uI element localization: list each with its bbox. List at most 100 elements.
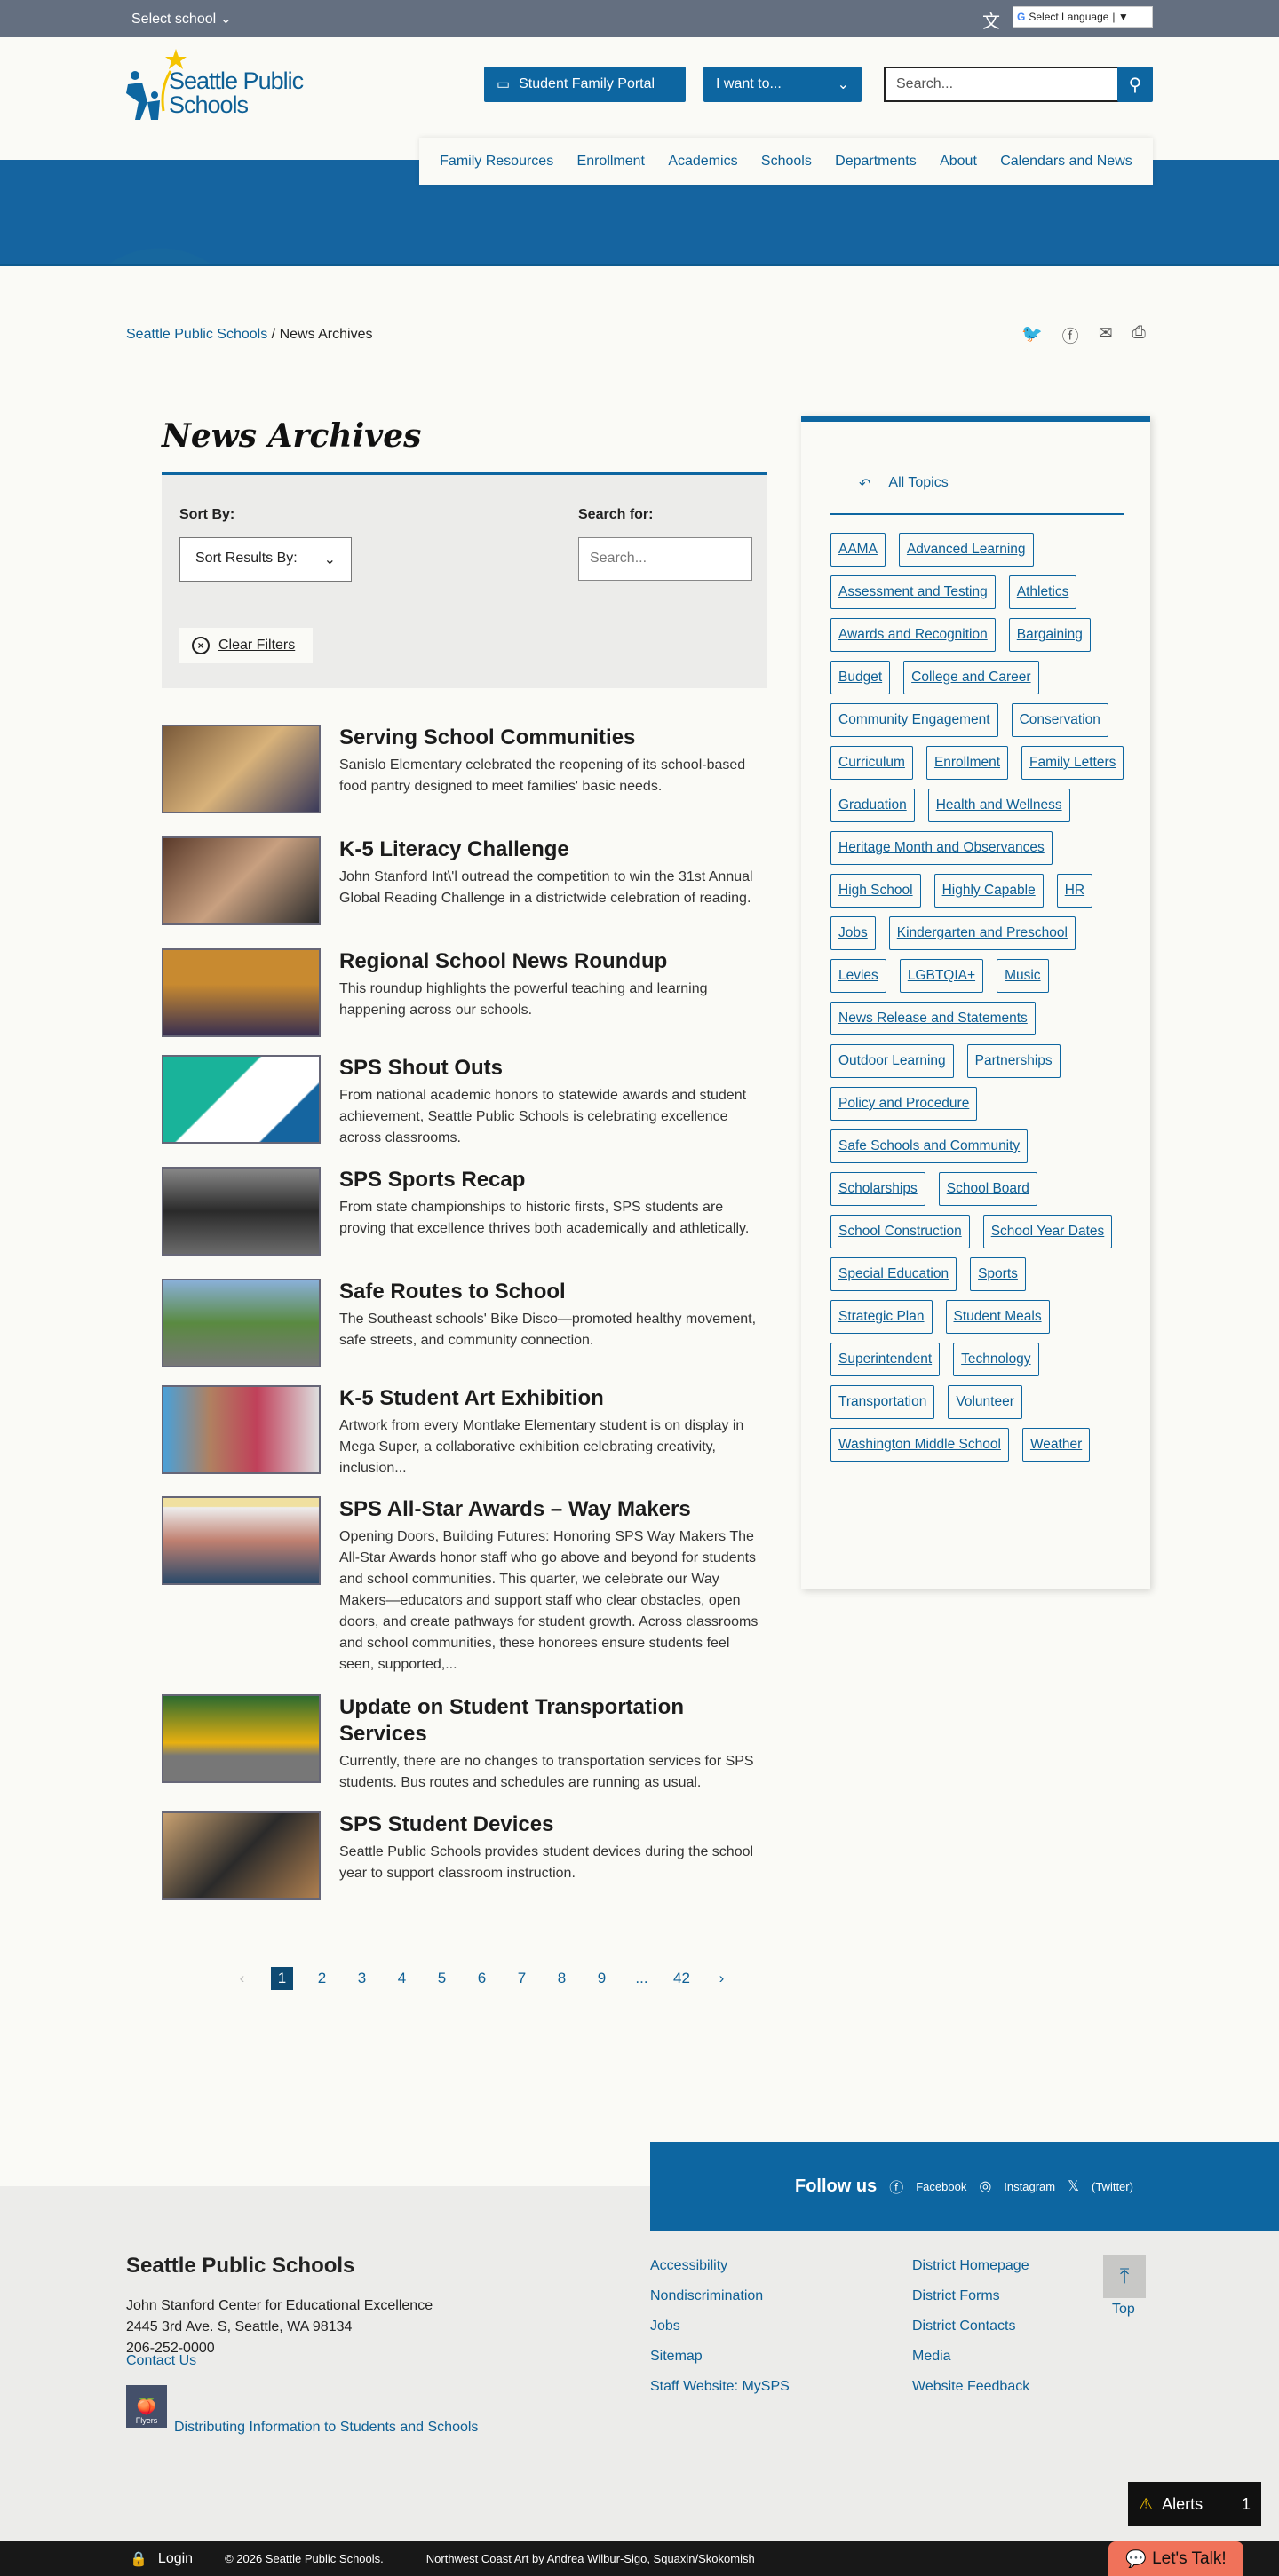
search-button[interactable]: ⚲ <box>1117 67 1153 102</box>
footer-link[interactable]: Media <box>912 2349 1029 2365</box>
topic-tag[interactable]: Weather <box>1021 1428 1091 1462</box>
topic-tag[interactable]: Levies <box>830 959 886 993</box>
select-school-dropdown[interactable]: Select school ⌄ <box>131 10 232 28</box>
topic-tag[interactable]: Policy and Procedure <box>830 1087 978 1121</box>
facebook-icon[interactable]: ⓕ <box>1062 323 1079 347</box>
sort-select[interactable]: Sort Results By: ⌄ <box>179 537 352 582</box>
topic-tag[interactable]: Curriculum <box>830 746 913 780</box>
topic-tag[interactable]: Sports <box>970 1257 1026 1291</box>
topic-tag[interactable]: Conservation <box>1011 703 1108 737</box>
nav-about[interactable]: About <box>940 154 977 170</box>
topic-tag[interactable]: Safe Schools and Community <box>830 1129 1029 1163</box>
topic-tag[interactable]: Outdoor Learning <box>830 1044 954 1078</box>
print-icon[interactable]: ⎙ <box>1132 323 1146 347</box>
top-label[interactable]: Top <box>1112 2302 1135 2318</box>
topic-tag[interactable]: School Year Dates <box>982 1215 1113 1248</box>
page-9[interactable]: 9 <box>582 1970 622 1987</box>
news-thumbnail[interactable] <box>162 836 321 925</box>
page-2[interactable]: 2 <box>302 1970 342 1987</box>
facebook-link[interactable]: Facebook <box>916 2180 966 2193</box>
news-item[interactable]: Safe Routes to School The Southeast schoo… <box>162 1279 767 1367</box>
news-item[interactable]: K-5 Student Art Exhibition Artwork from e… <box>162 1385 767 1479</box>
news-item[interactable]: Serving School Communities Sanislo Elemen… <box>162 725 767 813</box>
footer-link[interactable]: District Forms <box>912 2288 1029 2304</box>
page-8[interactable]: 8 <box>542 1970 582 1987</box>
topic-tag[interactable]: Community Engagement <box>830 703 998 737</box>
news-title[interactable]: Regional School News Roundup <box>339 948 767 975</box>
topic-tag[interactable]: Family Letters <box>1021 746 1124 780</box>
topic-tag[interactable]: Highly Capable <box>933 874 1044 908</box>
news-title[interactable]: SPS Student Devices <box>339 1811 767 1838</box>
topic-tag[interactable]: Superintendent <box>830 1343 941 1376</box>
news-item[interactable]: SPS Student Devices Seattle Public School… <box>162 1811 767 1900</box>
student-family-portal-button[interactable]: ▭ Student Family Portal <box>484 67 686 102</box>
topic-tag[interactable]: AAMA <box>830 533 886 567</box>
email-icon[interactable]: ✉ <box>1099 323 1113 347</box>
news-title[interactable]: SPS All-Star Awards – Way Makers <box>339 1496 767 1523</box>
topic-tag[interactable]: Budget <box>830 661 891 694</box>
footer-link[interactable]: Accessibility <box>650 2258 790 2274</box>
lets-talk-button[interactable]: 💬 Let's Talk! <box>1108 2541 1243 2576</box>
twitter-link[interactable]: (Twitter) <box>1092 2180 1133 2193</box>
footer-link[interactable]: District Homepage <box>912 2258 1029 2274</box>
news-title[interactable]: Serving School Communities <box>339 725 767 751</box>
topic-tag[interactable]: Volunteer <box>948 1385 1022 1419</box>
next-page-button[interactable]: › <box>702 1970 742 1987</box>
topic-tag[interactable]: Graduation <box>830 789 915 822</box>
news-thumbnail[interactable] <box>162 1279 321 1367</box>
twitter-icon[interactable]: 🐦 <box>1021 323 1043 347</box>
login-link[interactable]: Login <box>158 2551 193 2567</box>
news-search-input[interactable]: Search... <box>578 537 752 581</box>
page-7[interactable]: 7 <box>502 1970 542 1987</box>
language-select[interactable]: G Select Language | ▼ <box>1013 6 1153 28</box>
topic-tag[interactable]: LGBTQIA+ <box>899 959 984 993</box>
news-thumbnail[interactable] <box>162 948 321 1037</box>
nav-departments[interactable]: Departments <box>835 154 917 170</box>
topic-tag[interactable]: School Board <box>938 1172 1037 1206</box>
topic-tag[interactable]: Student Meals <box>945 1300 1050 1334</box>
nav-academics[interactable]: Academics <box>668 154 737 170</box>
footer-link[interactable]: District Contacts <box>912 2318 1029 2334</box>
page-1[interactable]: 1 <box>271 1967 293 1990</box>
breadcrumb-home[interactable]: Seattle Public Schools <box>126 327 267 342</box>
topic-tag[interactable]: News Release and Statements <box>830 1002 1036 1035</box>
site-search-input[interactable]: Search... <box>884 67 1119 102</box>
page-42[interactable]: 42 <box>662 1970 702 1987</box>
back-to-top-button[interactable]: ⤒ <box>1103 2255 1146 2298</box>
news-thumbnail[interactable] <box>162 1811 321 1900</box>
page-4[interactable]: 4 <box>382 1970 422 1987</box>
topic-tag[interactable]: HR <box>1056 874 1093 908</box>
nav-schools[interactable]: Schools <box>761 154 812 170</box>
nav-enrollment[interactable]: Enrollment <box>577 154 645 170</box>
topic-tag[interactable]: Technology <box>953 1343 1039 1376</box>
news-thumbnail[interactable] <box>162 725 321 813</box>
topic-tag[interactable]: Strategic Plan <box>830 1300 933 1334</box>
topic-tag[interactable]: Music <box>997 959 1049 993</box>
page-5[interactable]: 5 <box>422 1970 462 1987</box>
topic-tag[interactable]: Bargaining <box>1008 618 1091 652</box>
footer-link[interactable]: Website Feedback <box>912 2379 1029 2395</box>
news-title[interactable]: K-5 Literacy Challenge <box>339 836 767 863</box>
topic-tag[interactable]: Advanced Learning <box>898 533 1034 567</box>
topic-tag[interactable]: School Construction <box>830 1215 970 1248</box>
topic-tag[interactable]: Health and Wellness <box>927 789 1070 822</box>
topic-tag[interactable]: Washington Middle School <box>830 1428 1009 1462</box>
news-title[interactable]: SPS Shout Outs <box>339 1055 767 1082</box>
footer-link[interactable]: Staff Website: MySPS <box>650 2379 790 2395</box>
topic-tag[interactable]: Enrollment <box>925 746 1009 780</box>
contact-us-link[interactable]: Contact Us <box>126 2353 196 2369</box>
topic-tag[interactable]: Assessment and Testing <box>830 575 996 609</box>
alerts-button[interactable]: ⚠ Alerts 1 <box>1128 2482 1261 2526</box>
i-want-to-dropdown[interactable]: I want to... ⌄ <box>703 67 862 102</box>
topic-tag[interactable]: Scholarships <box>830 1172 925 1206</box>
news-thumbnail[interactable] <box>162 1496 321 1585</box>
page-6[interactable]: 6 <box>462 1970 502 1987</box>
topic-tag[interactable]: Partnerships <box>966 1044 1061 1078</box>
prev-page-button[interactable]: ‹ <box>222 1970 262 1987</box>
news-thumbnail[interactable] <box>162 1167 321 1256</box>
news-title[interactable]: SPS Sports Recap <box>339 1167 767 1193</box>
topic-tag[interactable]: Kindergarten and Preschool <box>888 916 1076 950</box>
news-title[interactable]: Update on Student Transportation Service… <box>339 1694 767 1748</box>
news-item[interactable]: K-5 Literacy Challenge John Stanford Int\… <box>162 836 767 925</box>
news-item[interactable]: SPS All-Star Awards – Way Makers Opening … <box>162 1496 767 1676</box>
